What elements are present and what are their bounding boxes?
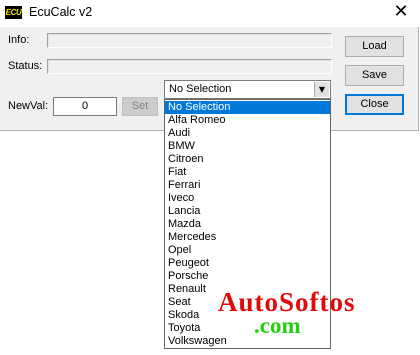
- watermark-line-2: .com: [254, 313, 301, 338]
- manufacturer-select[interactable]: No Selection ▼: [164, 80, 331, 99]
- dropdown-option[interactable]: Alfa Romeo: [165, 114, 330, 127]
- set-button[interactable]: Set: [122, 97, 158, 116]
- info-field: [47, 33, 332, 48]
- dropdown-option[interactable]: Mazda: [165, 218, 330, 231]
- save-button[interactable]: Save: [345, 65, 404, 86]
- ecu-app-icon: ECU: [5, 6, 22, 19]
- dropdown-option[interactable]: Citroen: [165, 153, 330, 166]
- load-button[interactable]: Load: [345, 36, 404, 57]
- dropdown-option[interactable]: Opel: [165, 244, 330, 257]
- window-title: EcuCalc v2: [29, 5, 93, 19]
- status-field: [47, 59, 332, 74]
- watermark-line-1: AutoSoftos: [218, 287, 356, 317]
- dropdown-option[interactable]: Peugeot: [165, 257, 330, 270]
- close-button[interactable]: Close: [345, 94, 404, 115]
- newval-label: NewVal:: [8, 100, 49, 112]
- info-label: Info:: [8, 34, 30, 46]
- dropdown-option[interactable]: No Selection: [165, 101, 330, 114]
- dropdown-option[interactable]: Mercedes: [165, 231, 330, 244]
- dropdown-option[interactable]: Lancia: [165, 205, 330, 218]
- title-bar: ECU EcuCalc v2 ✕: [0, 0, 419, 27]
- newval-input[interactable]: 0: [53, 97, 117, 116]
- window-close-icon[interactable]: ✕: [385, 2, 417, 24]
- dropdown-option[interactable]: Iveco: [165, 192, 330, 205]
- dropdown-option[interactable]: Fiat: [165, 166, 330, 179]
- dropdown-option[interactable]: Ferrari: [165, 179, 330, 192]
- status-label: Status:: [8, 60, 43, 72]
- watermark: AutoSoftos .com: [218, 288, 413, 338]
- manufacturer-select-value: No Selection: [169, 83, 232, 95]
- chevron-down-icon[interactable]: ▼: [314, 82, 329, 97]
- dropdown-option[interactable]: Porsche: [165, 270, 330, 283]
- dropdown-option[interactable]: BMW: [165, 140, 330, 153]
- dropdown-option[interactable]: Audi: [165, 127, 330, 140]
